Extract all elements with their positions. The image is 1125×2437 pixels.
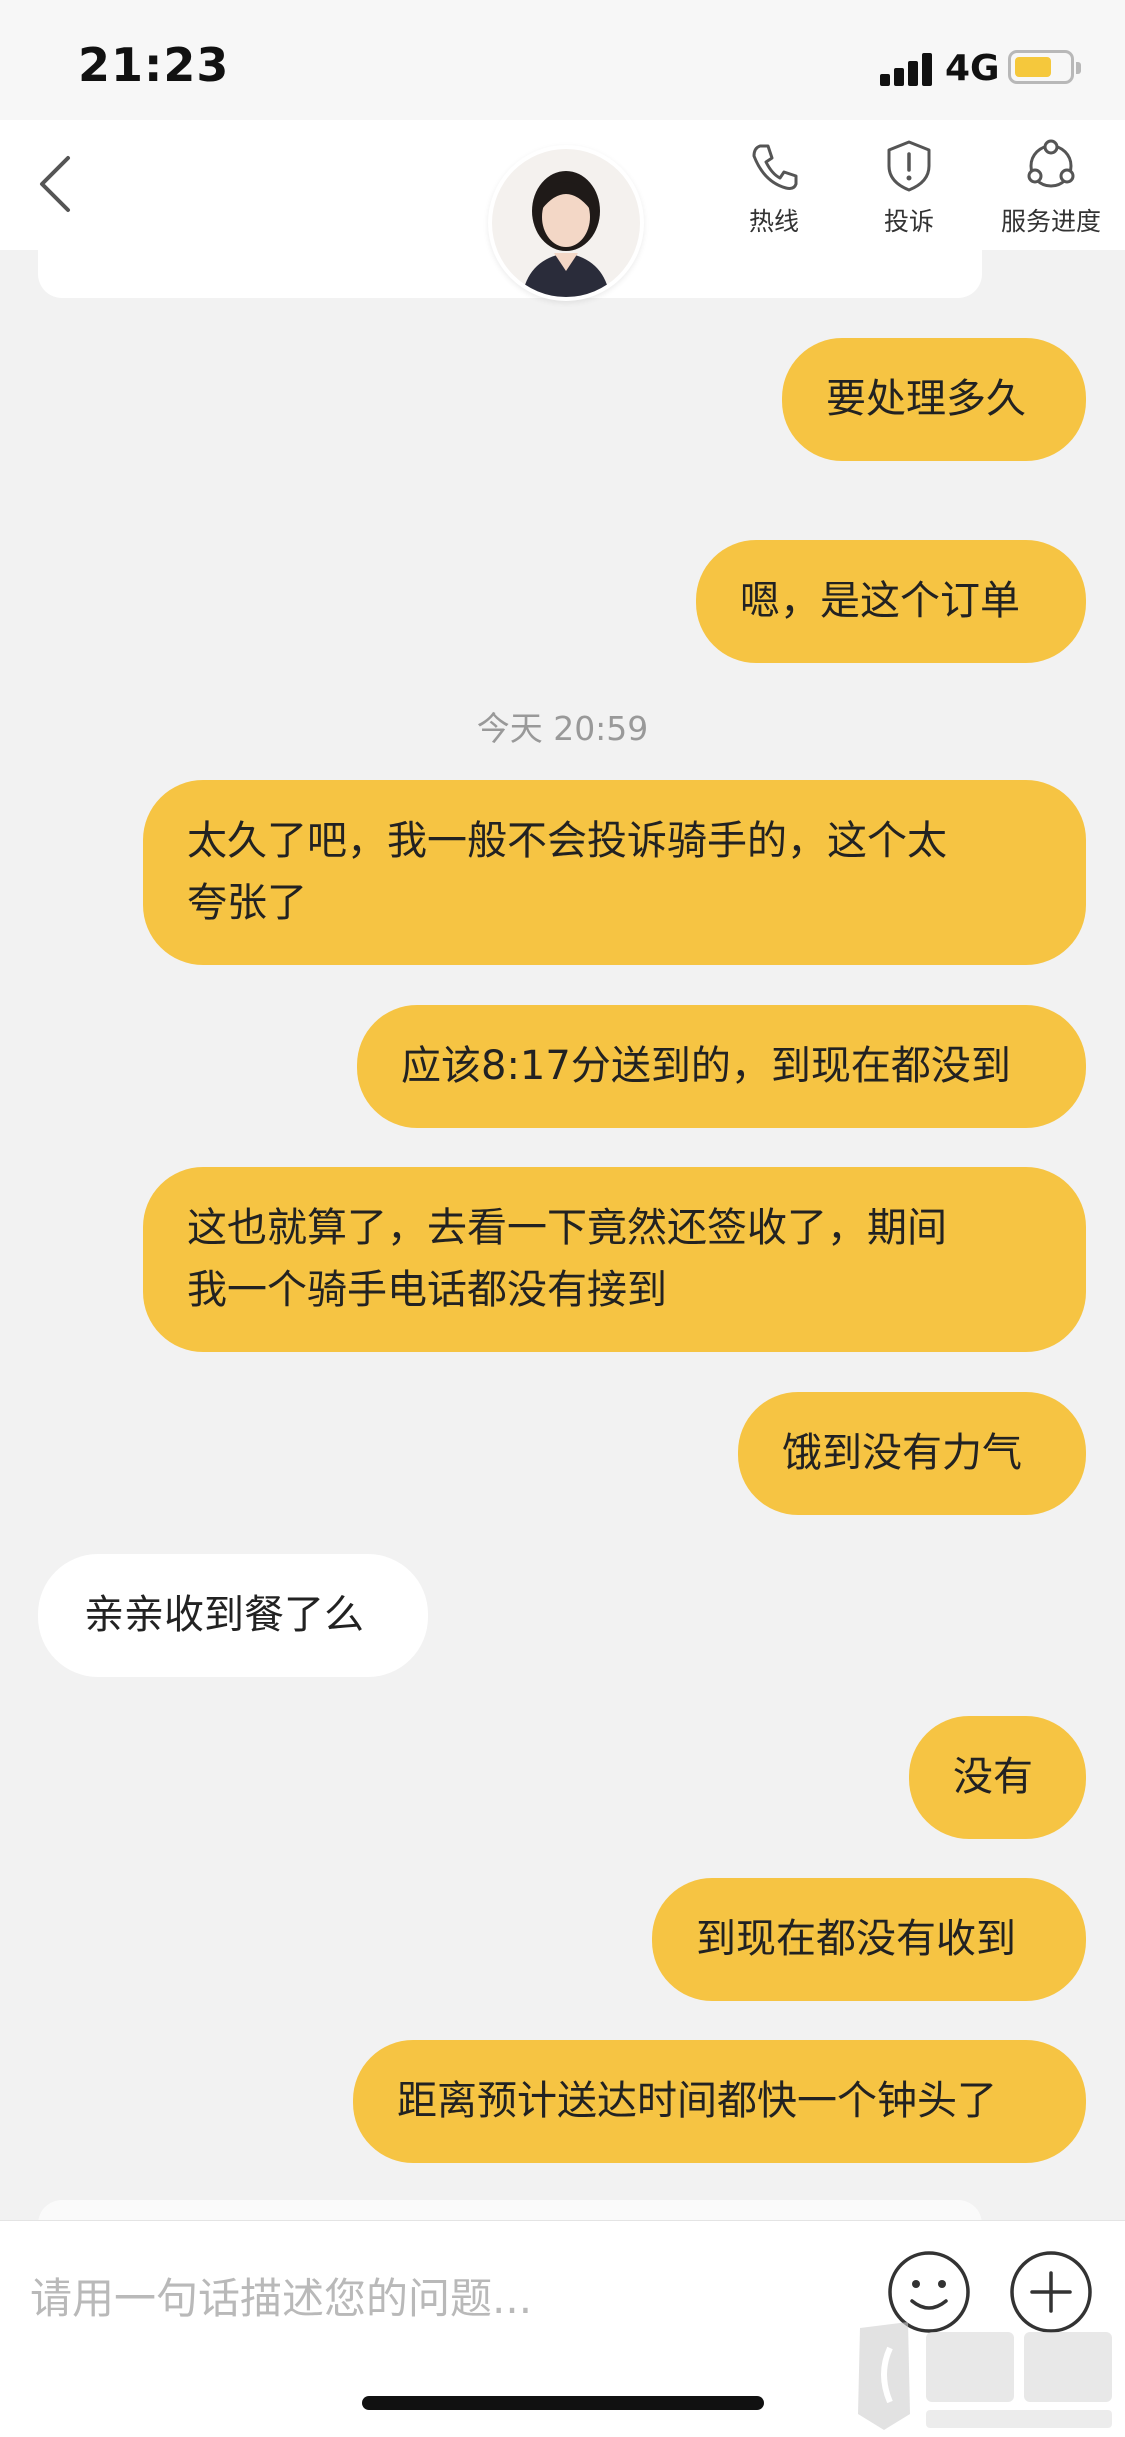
message-text: 没有 <box>953 1754 1033 1800</box>
message-text: 亲亲收到餐了么 <box>84 1592 364 1638</box>
message-text: 嗯，是这个订单 <box>740 578 1020 624</box>
hotline-label: 热线 <box>748 207 799 236</box>
watermark-logo <box>858 2322 1112 2430</box>
message-bubble-outgoing[interactable]: 距离预计送达时间都快一个钟头了 <box>353 2040 1086 2163</box>
message-text-line: 夸张了 <box>187 880 307 926</box>
message-bubble-outgoing[interactable]: 要处理多久 <box>782 338 1086 461</box>
message-bubble-incoming[interactable]: 亲亲收到餐了么 <box>38 1554 428 1677</box>
message-text-line: 我一个骑手电话都没有接到 <box>187 1267 667 1313</box>
message-bubble-outgoing[interactable]: 应该8:17分送到的，到现在都没到 <box>357 1005 1086 1128</box>
network-type: 4G <box>945 48 1000 89</box>
service-progress-label: 服务进度 <box>1000 207 1101 236</box>
status-bar: 21:23 4G <box>0 0 1125 120</box>
message-bubble-outgoing[interactable]: 这也就算了，去看一下竟然还签收了，期间 我一个骑手电话都没有接到 <box>143 1167 1086 1352</box>
message-text: 距离预计送达时间都快一个钟头了 <box>397 2078 997 2124</box>
status-time: 21:23 <box>78 38 230 92</box>
message-text: 应该8:17分送到的，到现在都没到 <box>401 1043 1011 1089</box>
complaint-label: 投诉 <box>883 207 934 236</box>
shield-icon <box>887 140 931 192</box>
complaint-button[interactable]: 投诉 <box>834 138 984 238</box>
service-progress-button[interactable]: 服务进度 <box>976 138 1125 238</box>
message-bubble-outgoing[interactable]: 嗯，是这个订单 <box>696 540 1086 663</box>
progress-icon <box>1027 139 1075 188</box>
back-chevron-icon[interactable] <box>30 152 82 216</box>
message-text: 要处理多久 <box>826 376 1026 422</box>
message-bubble-outgoing[interactable]: 太久了吧，我一般不会投诉骑手的，这个太 夸张了 <box>143 780 1086 965</box>
message-text-line: 太久了吧，我一般不会投诉骑手的，这个太 <box>187 818 947 864</box>
message-text: 饿到没有力气 <box>782 1430 1022 1476</box>
home-indicator <box>362 2396 764 2410</box>
message-bubble-outgoing[interactable]: 到现在都没有收到 <box>652 1878 1086 2001</box>
phone-icon <box>752 144 798 190</box>
hotline-button[interactable]: 热线 <box>699 138 849 238</box>
message-input[interactable]: 请用一句话描述您的问题... <box>30 2259 850 2339</box>
message-text: 到现在都没有收到 <box>696 1916 1016 1962</box>
message-bubble-outgoing[interactable]: 饿到没有力气 <box>738 1392 1086 1515</box>
signal-strength-icon <box>880 52 936 86</box>
agent-avatar <box>488 145 644 301</box>
battery-icon <box>1008 50 1081 84</box>
chat-timestamp: 今天 20:59 <box>476 709 649 748</box>
message-text-line: 这也就算了，去看一下竟然还签收了，期间 <box>187 1205 947 1251</box>
message-bubble-outgoing[interactable]: 没有 <box>909 1716 1086 1839</box>
